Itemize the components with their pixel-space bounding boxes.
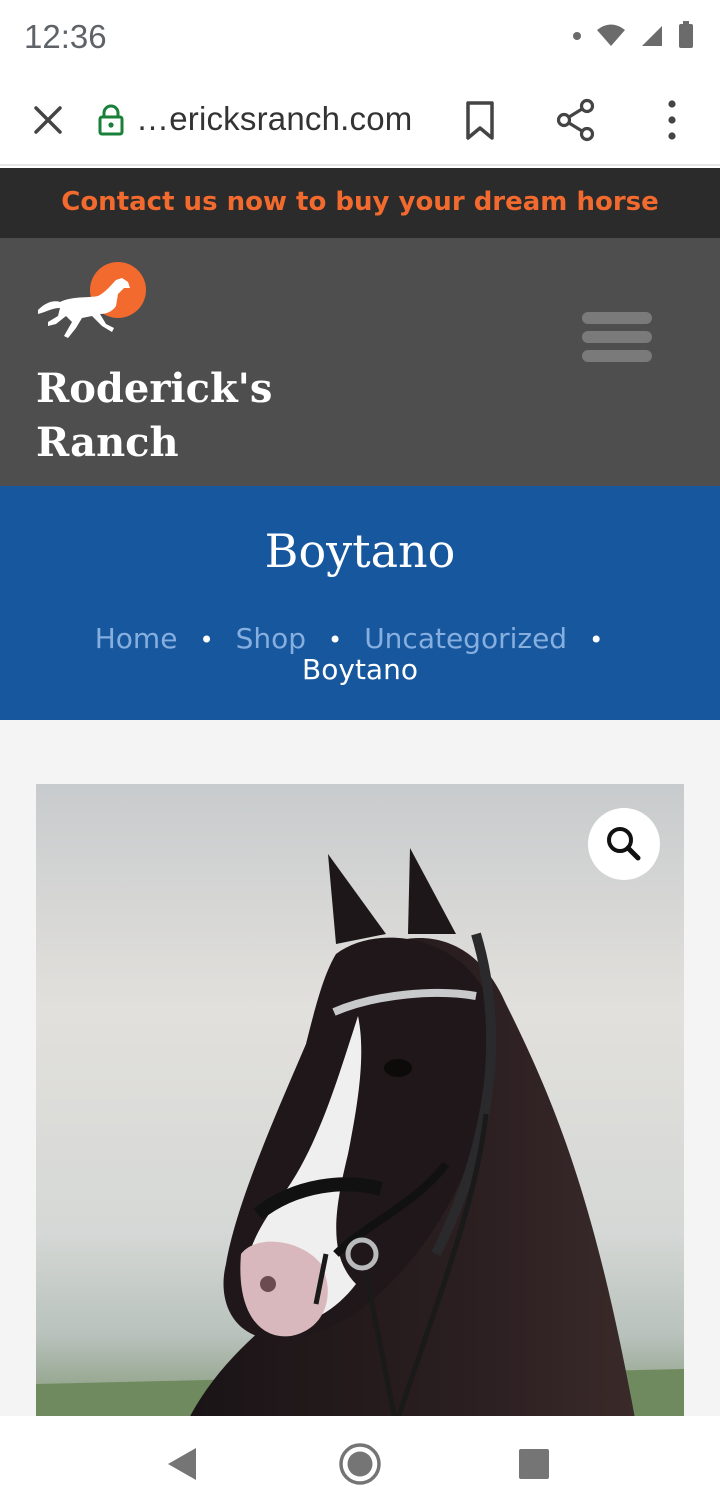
- status-bar: 12:36: [0, 0, 720, 78]
- system-nav-bar: [0, 1416, 720, 1512]
- promo-text[interactable]: Contact us now to buy your dream horse: [61, 187, 659, 217]
- hamburger-bar: [582, 312, 652, 324]
- hamburger-icon[interactable]: [582, 312, 654, 366]
- wifi-icon: [596, 23, 626, 52]
- bookmark-icon[interactable]: [462, 100, 498, 142]
- horse-logo-icon[interactable]: [36, 262, 150, 344]
- status-icons: [572, 20, 694, 54]
- site-title-line1[interactable]: Roderick's: [36, 362, 336, 416]
- site-title-line2[interactable]: Ranch: [36, 416, 336, 470]
- notification-dot-icon: [572, 28, 582, 46]
- site-header: Roderick's Ranch: [0, 238, 720, 486]
- close-icon[interactable]: [28, 100, 68, 140]
- product-image[interactable]: [36, 784, 684, 1416]
- breadcrumb-home[interactable]: Home: [95, 622, 178, 655]
- nav-recents-icon[interactable]: [518, 1448, 550, 1480]
- breadcrumb-separator: •: [589, 626, 604, 654]
- search-icon: [607, 827, 641, 861]
- lock-icon[interactable]: [98, 104, 124, 136]
- hamburger-bar: [582, 350, 652, 362]
- nav-home-icon[interactable]: [338, 1442, 382, 1486]
- breadcrumb-current: Boytano: [302, 653, 418, 686]
- more-vert-icon[interactable]: [660, 98, 684, 142]
- breadcrumb-uncategorized[interactable]: Uncategorized: [364, 622, 567, 655]
- zoom-button[interactable]: [588, 808, 660, 880]
- hamburger-bar: [582, 331, 652, 343]
- breadcrumb: Home • Shop • Uncategorized • Boytano: [60, 624, 660, 685]
- url-text[interactable]: …ericksranch.com: [136, 100, 412, 138]
- page-title-band: Boytano Home • Shop • Uncategorized • Boytano: [0, 486, 720, 720]
- cell-signal-icon: [640, 23, 664, 52]
- page-title: Boytano: [264, 524, 456, 578]
- status-time: 12:36: [24, 18, 107, 55]
- browser-toolbar: …ericksranch.com: [0, 78, 720, 166]
- nav-back-icon[interactable]: [166, 1446, 198, 1482]
- breadcrumb-shop[interactable]: Shop: [236, 622, 306, 655]
- breadcrumb-separator: •: [199, 626, 214, 654]
- promo-bar[interactable]: Contact us now to buy your dream horse: [0, 168, 720, 238]
- breadcrumb-separator: •: [328, 626, 343, 654]
- share-icon[interactable]: [554, 98, 598, 142]
- site-title[interactable]: Roderick's Ranch: [36, 362, 336, 470]
- battery-icon: [678, 20, 694, 54]
